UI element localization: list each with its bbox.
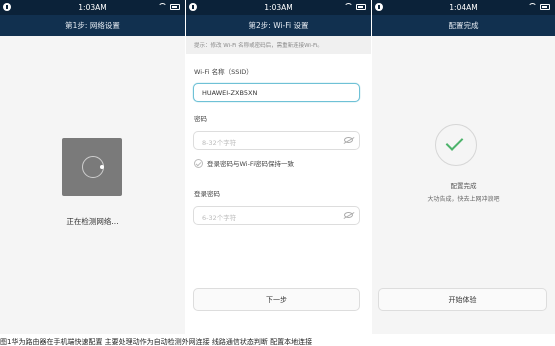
login-password-placeholder: 6-32个字符 <box>202 214 237 222</box>
login-password-input[interactable]: 6-32个字符 <box>193 206 360 225</box>
wifi-icon <box>528 3 537 10</box>
done-subtitle: 大功告成，快去上网冲浪吧 <box>427 196 500 203</box>
status-bar: 1:03AM <box>0 0 185 15</box>
ssid-label: Wi-Fi 名称（SSID） <box>194 68 253 76</box>
status-bar: 1:04AM <box>372 0 555 15</box>
phone-screen-step2: 1:03AM 第2步: Wi-Fi 设置 提示：修改 Wi-Fi 名称或密码后，… <box>186 0 371 334</box>
page-title: 第1步: 网络设置 <box>0 15 185 36</box>
done-title: 配置完成 <box>450 182 477 190</box>
phone-screen-step1: 1:03AM 第1步: 网络设置 正在检测网络... <box>0 0 185 334</box>
status-bar: 1:03AM <box>186 0 371 15</box>
battery-icon <box>356 3 366 10</box>
notification-icon <box>189 3 197 11</box>
wifi-icon <box>344 3 353 10</box>
status-time: 1:03AM <box>264 3 293 12</box>
phone-screen-done: 1:04AM 配置完成 配置完成 大功告成，快去上网冲浪吧 开始体验 <box>372 0 555 334</box>
wifi-icon <box>158 3 167 10</box>
status-time: 1:04AM <box>449 3 478 12</box>
same-password-label: 登录密码与Wi-Fi密码保持一致 <box>207 160 295 168</box>
page-title: 配置完成 <box>372 15 555 36</box>
hint-text: 提示：修改 Wi-Fi 名称或密码后，需重新连接Wi-Fi。 <box>186 36 371 54</box>
login-password-label: 登录密码 <box>194 190 220 198</box>
show-password-icon[interactable] <box>344 212 353 218</box>
show-password-icon[interactable] <box>344 137 353 143</box>
same-password-checkbox[interactable]: 登录密码与Wi-Fi密码保持一致 <box>194 158 294 168</box>
caption-text: 图1华为路由器在手机端快速配置 主要处理动作为自动检测外网连接 线路通信状态判断… <box>0 338 313 346</box>
detecting-network-text: 正在检测网络... <box>66 217 119 226</box>
start-experience-button[interactable]: 开始体验 <box>378 288 547 311</box>
battery-icon <box>170 3 180 10</box>
ssid-value: HUAWEI-ZXB5XN <box>202 89 258 97</box>
next-button[interactable]: 下一步 <box>193 288 360 311</box>
battery-icon <box>540 3 550 10</box>
notification-icon <box>3 3 11 11</box>
network-scan-animation <box>62 138 122 196</box>
ssid-input[interactable]: HUAWEI-ZXB5XN <box>193 83 360 102</box>
checkbox-circle-icon[interactable] <box>194 158 203 168</box>
check-mark-icon <box>445 133 464 151</box>
scan-dot-icon <box>100 165 104 169</box>
notification-icon <box>375 3 383 11</box>
password-input[interactable]: 8-32个字符 <box>193 131 360 150</box>
password-placeholder: 8-32个字符 <box>202 139 237 147</box>
page-title: 第2步: Wi-Fi 设置 <box>186 15 371 36</box>
password-label: 密码 <box>194 115 207 123</box>
success-check-icon <box>435 124 477 166</box>
status-time: 1:03AM <box>78 3 107 12</box>
